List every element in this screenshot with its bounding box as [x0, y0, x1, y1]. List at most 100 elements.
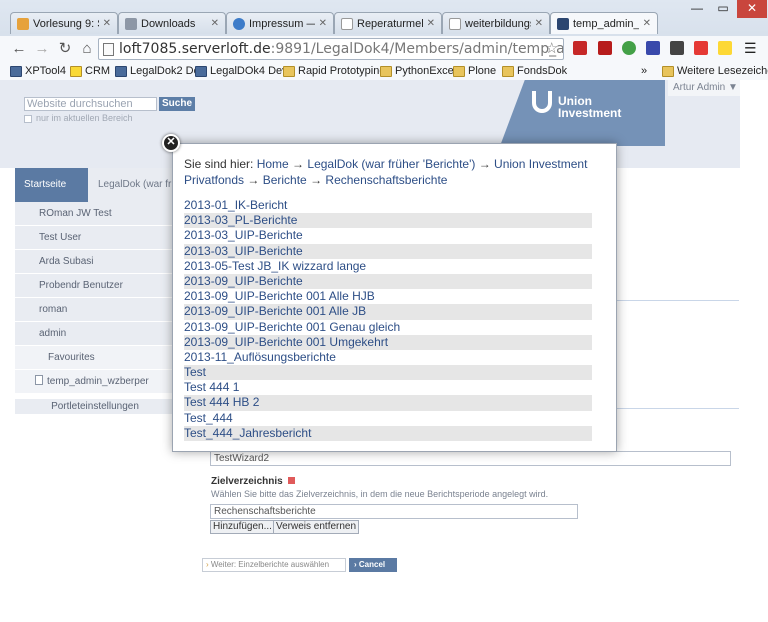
list-item[interactable]: 2013-11_Auflösungsberichte: [184, 350, 592, 365]
reload-icon[interactable]: ↻: [56, 40, 74, 58]
extension-notify-icon[interactable]: [598, 41, 612, 55]
list-item[interactable]: 2013-09_UIP-Berichte 001 Umgekehrt: [184, 334, 592, 350]
sidebar-item-favourites[interactable]: Favourites: [15, 346, 175, 370]
list-item[interactable]: Test: [184, 365, 592, 381]
bookmark-pythonexcel[interactable]: PythonExcel: [380, 64, 456, 78]
sidebar-item-probendr[interactable]: Probendr Benutzer: [15, 274, 175, 298]
search-area-checkbox[interactable]: [24, 115, 32, 123]
maximize-icon[interactable]: ▭: [710, 0, 736, 18]
search-input[interactable]: Website durchsuchen: [24, 97, 157, 111]
list-item[interactable]: Test_444_Jahresbericht: [184, 425, 592, 441]
list-item[interactable]: 2013-09_UIP-Berichte 001 Alle JB: [184, 304, 592, 320]
folder-icon: [502, 65, 514, 77]
sidebar-item-roman-jw-test[interactable]: ROman JW Test: [15, 202, 175, 226]
tab-vorlesung[interactable]: Vorlesung 9: Suc✕: [10, 12, 118, 34]
list-item[interactable]: 2013-03_PL-Berichte: [184, 213, 592, 229]
next-step-button[interactable]: › Weiter: Einzelberichte auswählen: [202, 558, 346, 572]
document-list: 2013-01_IK-Bericht 2013-03_PL-Berichte 2…: [184, 198, 592, 441]
globe-icon: [233, 17, 245, 30]
list-item[interactable]: 2013-09_UIP-Berichte 001 Genau gleich: [184, 320, 592, 335]
bookmark-star-icon[interactable]: ☆: [545, 39, 558, 57]
required-marker-icon: [287, 477, 295, 484]
remove-reference-button[interactable]: Verweis entfernen: [273, 520, 360, 534]
target-folder-field[interactable]: Rechenschaftsberichte: [210, 504, 578, 519]
bookmark-rapid-prototyping[interactable]: Rapid Prototyping: [283, 64, 385, 78]
sidebar-item-test-user[interactable]: Test User: [15, 226, 175, 250]
tab-impressum[interactable]: Impressum — Si✕: [226, 12, 334, 34]
breadcrumb-legaldok[interactable]: LegalDok (war früher 'Berichte'): [307, 157, 475, 171]
cancel-button[interactable]: › Cancel: [349, 558, 397, 572]
back-arrow-icon[interactable]: ←: [10, 40, 28, 58]
target-folder-help: Wählen Sie bitte das Zielverzeichnis, in…: [211, 489, 549, 499]
breadcrumb-home[interactable]: Home: [257, 157, 289, 171]
list-item[interactable]: 2013-09_UIP-Berichte: [184, 273, 592, 290]
list-item[interactable]: Test 444 1: [184, 380, 592, 395]
list-item[interactable]: 2013-03_UIP-Berichte: [184, 243, 592, 259]
home-icon[interactable]: ⌂: [78, 40, 96, 58]
close-tab-icon[interactable]: ✕: [427, 18, 435, 29]
bookmarks-overflow[interactable]: »: [641, 64, 647, 78]
close-tab-icon[interactable]: ✕: [103, 18, 111, 29]
address-bar[interactable]: loft7085.serverloft.de:9891/LegalDok4/Me…: [98, 38, 564, 60]
tab-temp-admin[interactable]: temp_admin_wz✕: [550, 12, 658, 34]
close-tab-icon[interactable]: ✕: [319, 18, 327, 29]
tab-reperaturmeldung[interactable]: Reperaturmeldu✕: [334, 12, 442, 34]
folder-icon: [283, 65, 295, 77]
list-item[interactable]: 2013-05-Test JB_IK wizzard lange: [184, 259, 592, 274]
forward-arrow-icon[interactable]: →: [33, 40, 51, 58]
breadcrumb-rechenschaftsberichte[interactable]: Rechenschaftsberichte: [325, 173, 447, 187]
xptool-icon: [10, 65, 22, 77]
extension-red-icon[interactable]: [573, 41, 587, 55]
portlet-settings-button[interactable]: Portleteinstellungen: [15, 399, 175, 414]
search-button[interactable]: Suche: [159, 97, 196, 111]
extension-yellow-icon[interactable]: [718, 41, 732, 55]
tab-downloads[interactable]: Downloads ✕: [118, 12, 226, 34]
close-tab-icon[interactable]: ✕: [535, 18, 543, 29]
google-plus-icon[interactable]: [694, 41, 708, 55]
tab-legaldok[interactable]: LegalDok (war früher 'Berichte'): [88, 168, 176, 202]
bookmark-other[interactable]: Weitere Lesezeichen: [662, 64, 768, 78]
breadcrumb: Sie sind hier: Home → LegalDok (war früh…: [184, 157, 588, 187]
list-item[interactable]: 2013-09_UIP-Berichte 001 Alle HJB: [184, 289, 592, 304]
bookmark-legaldok4[interactable]: LegalDOk4 Dev: [195, 64, 288, 78]
breadcrumb-berichte[interactable]: Berichte: [263, 173, 307, 187]
close-window-icon[interactable]: ✕: [737, 0, 767, 18]
page-icon: [35, 375, 43, 385]
close-popup-icon[interactable]: ✕: [162, 134, 180, 152]
folder-icon: [380, 65, 392, 77]
list-item[interactable]: Test_444: [184, 411, 592, 426]
list-item[interactable]: Test 444 HB 2: [184, 395, 592, 411]
download-icon: [125, 17, 137, 30]
close-tab-icon[interactable]: ✕: [643, 18, 651, 29]
tab-startseite[interactable]: Startseite: [15, 168, 88, 202]
bookmark-xptool4[interactable]: XPTool4: [10, 64, 66, 78]
bookmark-plone[interactable]: Plone: [453, 64, 496, 78]
sidebar-item-arda-subasi[interactable]: Arda Subasi: [15, 250, 175, 274]
sidebar-item-roman[interactable]: roman: [15, 298, 175, 322]
add-button[interactable]: Hinzufügen...: [210, 520, 275, 534]
search-area-label: nur im aktuellen Bereich: [36, 113, 133, 123]
sidebar-item-admin[interactable]: admin: [15, 322, 175, 346]
menu-icon[interactable]: ☰: [744, 41, 758, 55]
legaldok-favicon-icon: [557, 17, 569, 30]
extension-green-icon[interactable]: [622, 41, 636, 55]
extension-spider-icon[interactable]: [646, 41, 660, 55]
user-menu[interactable]: Artur Admin ▼: [668, 80, 740, 96]
list-item[interactable]: 2013-03_UIP-Berichte: [184, 228, 592, 243]
folder-picker-popup: Sie sind hier: Home → LegalDok (war früh…: [172, 143, 617, 452]
bookmark-crm[interactable]: CRM: [70, 64, 110, 78]
name-field[interactable]: TestWizard2: [210, 451, 731, 466]
logo-text: Union Investment: [558, 94, 622, 120]
close-tab-icon[interactable]: ✕: [211, 18, 219, 29]
tab-weiterbildung[interactable]: weiterbildungsb✕: [442, 12, 550, 34]
minimize-icon[interactable]: —: [684, 0, 710, 18]
folder-icon: [662, 65, 674, 77]
bookmark-fondsdok[interactable]: FondsDok: [502, 64, 567, 78]
extension-dark-icon[interactable]: [670, 41, 684, 55]
bookmark-legaldok2[interactable]: LegalDok2 De: [115, 64, 200, 78]
union-logo-mark-icon: [532, 91, 552, 113]
divider: [617, 300, 739, 301]
sidebar-item-temp-admin[interactable]: temp_admin_wzberper: [15, 370, 175, 394]
page-icon: [103, 43, 114, 56]
list-item[interactable]: 2013-01_IK-Bericht: [184, 198, 592, 213]
